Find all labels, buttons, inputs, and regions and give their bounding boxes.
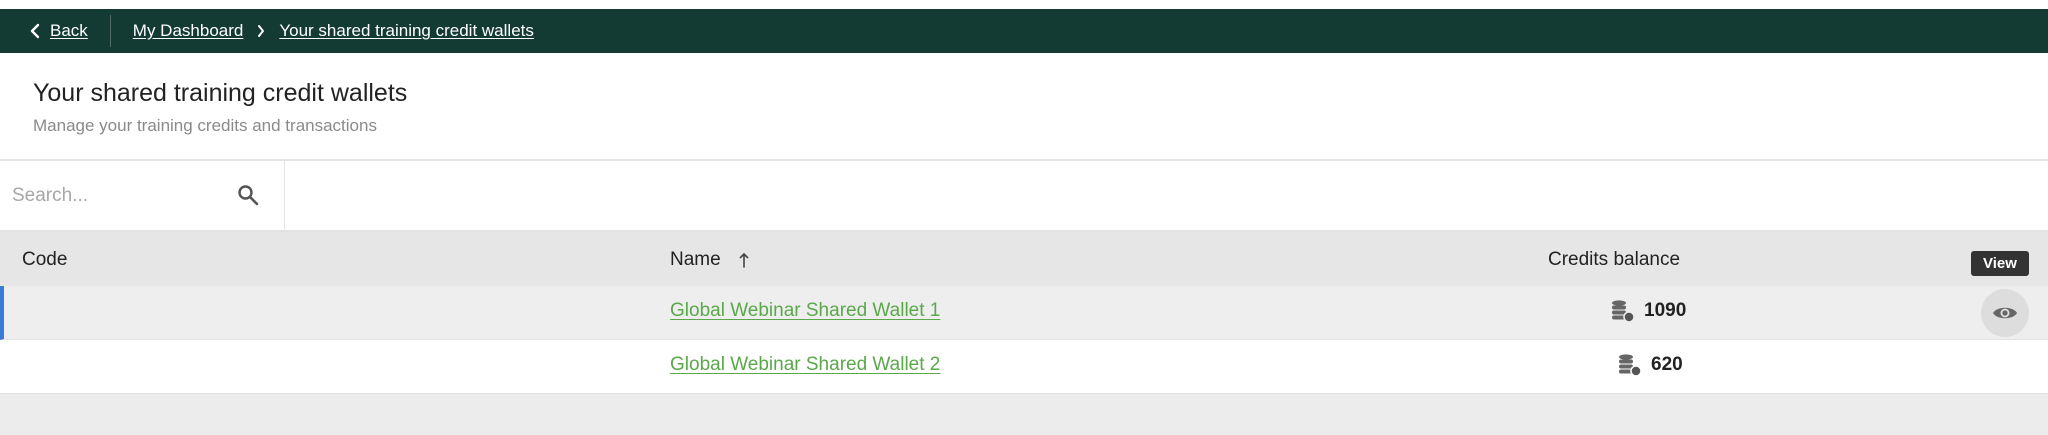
breadcrumb-divider <box>109 15 111 47</box>
credits-value: 620 <box>1651 354 1683 375</box>
coins-icon <box>1612 300 1635 323</box>
table-row[interactable]: Global Webinar Shared Wallet 2 620 <box>0 340 2048 394</box>
eye-icon <box>1993 307 2017 319</box>
column-header-name-label: Name <box>670 249 721 270</box>
credits-balance: 620 <box>1617 353 1683 377</box>
breadcrumb: Back My Dashboard Your shared training c… <box>0 9 2048 53</box>
search-toolbar <box>0 159 2048 232</box>
top-band <box>0 0 2048 9</box>
column-header-credits[interactable]: Credits balance <box>1548 249 1680 271</box>
wallets-table: Code Name Credits balance View Global We… <box>0 232 2048 394</box>
page-header: Your shared training credit wallets Mana… <box>0 53 2048 159</box>
breadcrumb-current-link[interactable]: Your shared training credit wallets <box>279 21 534 41</box>
page-title: Your shared training credit wallets <box>33 79 408 107</box>
wallet-name-link[interactable]: Global Webinar Shared Wallet 1 <box>670 300 940 322</box>
search-box <box>0 161 285 230</box>
page-subtitle: Manage your training credits and transac… <box>33 115 377 135</box>
chevron-right-icon <box>258 25 265 37</box>
back-link[interactable]: Back <box>50 21 88 41</box>
search-input[interactable] <box>0 175 220 216</box>
wallet-name-link[interactable]: Global Webinar Shared Wallet 2 <box>670 354 940 376</box>
column-header-name[interactable]: Name <box>670 249 749 271</box>
table-header: Code Name Credits balance View <box>0 232 2048 286</box>
breadcrumb-dashboard-link[interactable]: My Dashboard <box>133 21 244 41</box>
credits-value: 1090 <box>1644 300 1687 321</box>
back-button[interactable]: Back <box>30 21 88 41</box>
sort-arrow-up-icon <box>739 253 748 268</box>
table-row[interactable]: Global Webinar Shared Wallet 1 1090 <box>0 286 2048 340</box>
column-header-code[interactable]: Code <box>22 249 67 271</box>
breadcrumb-separator <box>257 24 265 38</box>
search-icon[interactable] <box>236 183 260 207</box>
coins-icon <box>1619 354 1642 377</box>
chevron-left-icon <box>30 23 40 39</box>
page-background <box>0 395 2048 435</box>
view-tooltip: View <box>1971 251 2029 276</box>
view-button[interactable] <box>1981 289 2029 337</box>
credits-balance: 1090 <box>1610 299 1686 323</box>
